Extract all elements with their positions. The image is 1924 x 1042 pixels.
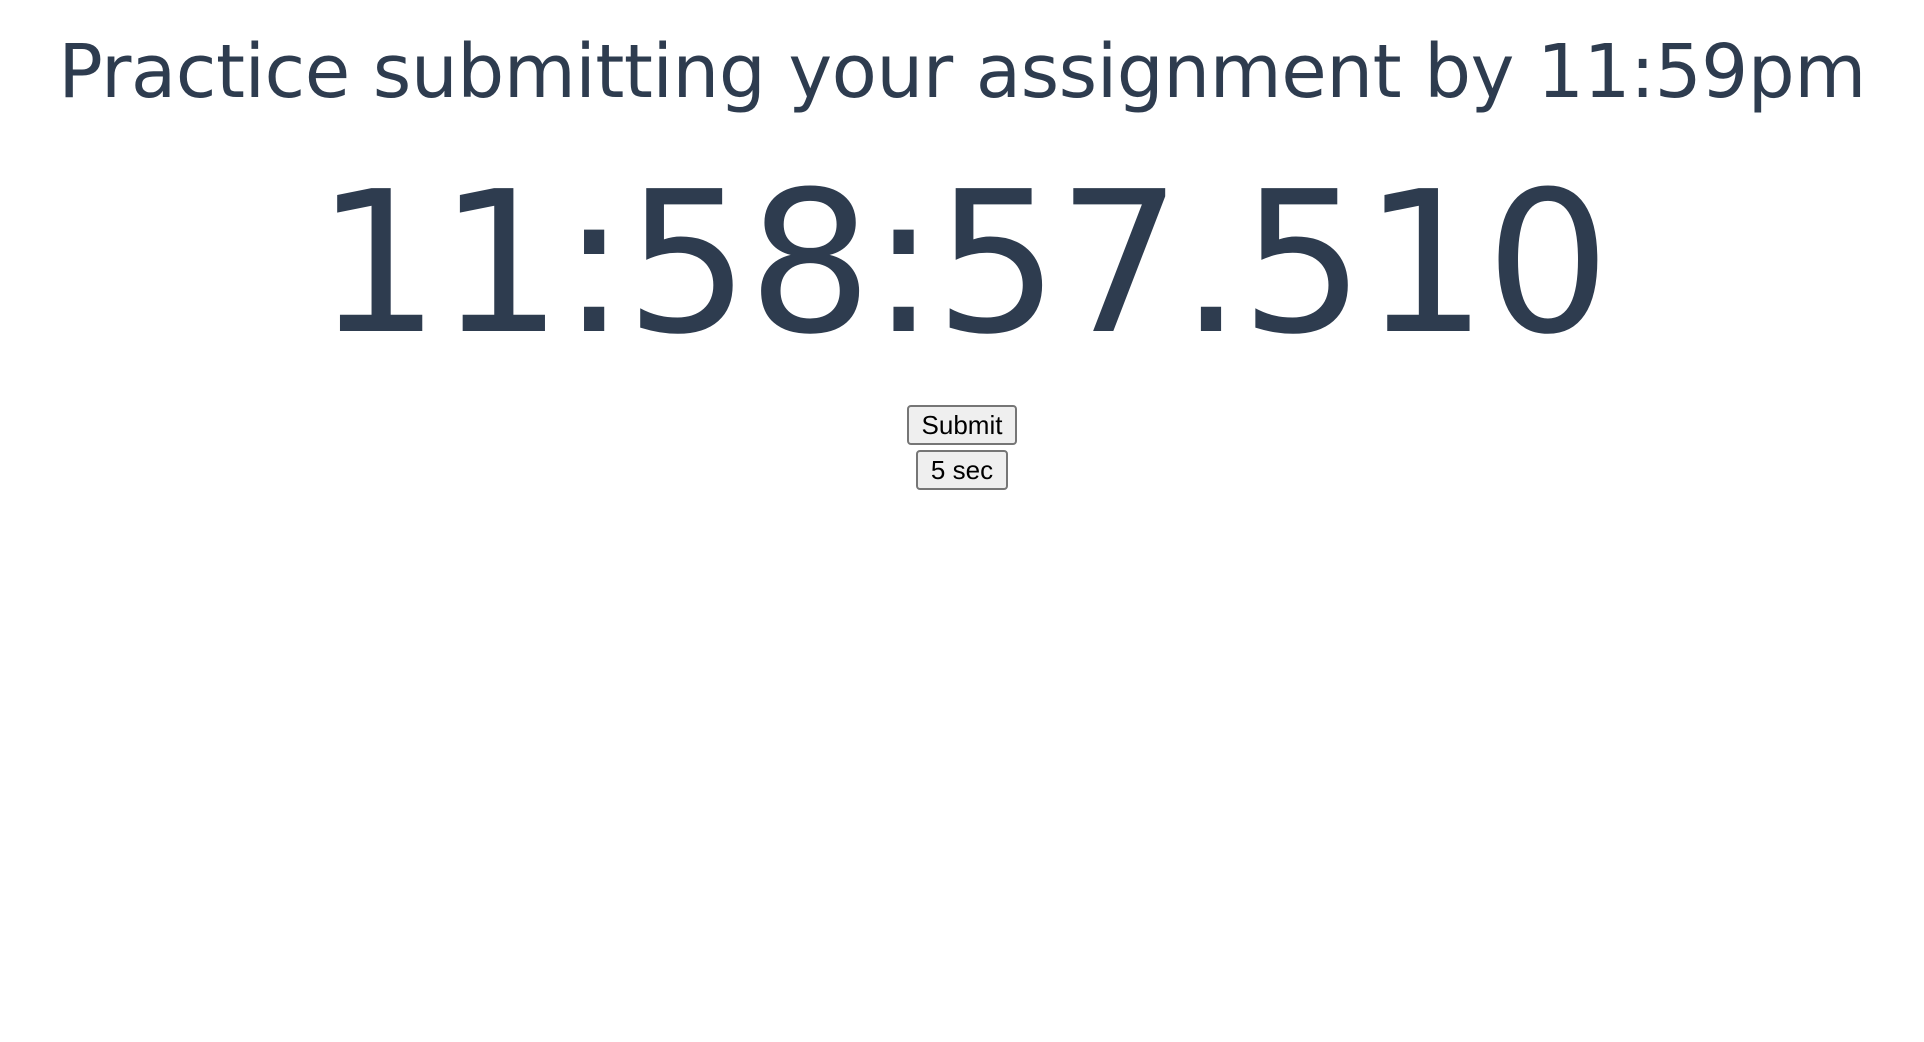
countdown-clock: 11:58:57.510 <box>315 150 1611 378</box>
page: Practice submitting your assignment by 1… <box>0 0 1924 1042</box>
submit-button[interactable]: Submit <box>906 405 1018 445</box>
button-group: Submit 5 sec <box>0 405 1924 490</box>
page-title: Practice submitting your assignment by 1… <box>58 29 1866 115</box>
five-second-button[interactable]: 5 sec <box>915 450 1009 490</box>
